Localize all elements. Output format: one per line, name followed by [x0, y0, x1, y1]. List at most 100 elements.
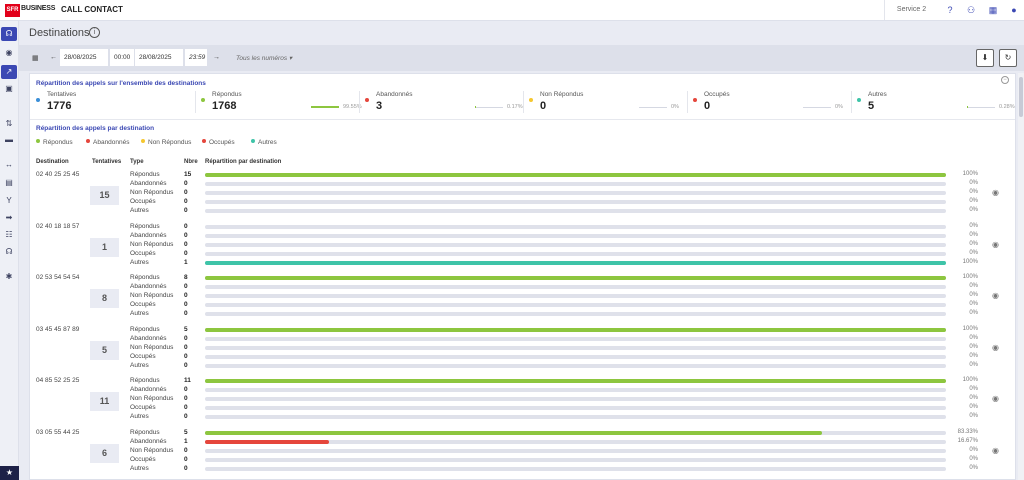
stat-percent: 0% [671, 104, 679, 110]
nav-route-icon[interactable]: Y [1, 194, 17, 208]
type-label: Répondus [130, 222, 160, 230]
type-label: Abandonnés [130, 386, 167, 394]
stat-mini-bar [475, 107, 503, 108]
type-count: 0 [184, 301, 188, 309]
type-row: Autres 0 0% [130, 413, 990, 422]
nav-headset-icon[interactable]: ☊ [1, 27, 17, 41]
type-label: Autres [130, 310, 149, 318]
type-row: Autres 1 100% [130, 259, 990, 268]
type-count: 0 [184, 240, 188, 248]
favorites-star-icon[interactable]: ★ [0, 466, 19, 480]
type-percent: 0% [969, 231, 978, 238]
time-to-input[interactable]: 23:59 [185, 49, 207, 66]
stat-separator [687, 91, 688, 113]
left-nav: ☊ ◉ ↗ ▣ ⇅ ▬ ↔ ▤ Y ➡ ☷ ☊ ✱ ★ [0, 21, 19, 480]
distribution-bar [205, 449, 946, 453]
type-count: 1 [184, 258, 188, 266]
nav-settings-icon[interactable]: ✱ [1, 270, 17, 284]
distribution-bar [205, 294, 946, 299]
time-from-input[interactable]: 00:00 [110, 49, 134, 66]
stat-occups: Occupés 0 0% [693, 90, 853, 118]
type-row: Non Répondus 0 0% [130, 292, 990, 301]
scrollbar-thumb[interactable] [1019, 77, 1023, 117]
date-to-input[interactable]: 28/08/2025 [135, 49, 183, 66]
nav-chart-icon[interactable]: ↗ [1, 65, 17, 79]
account-icon[interactable]: ● [1008, 4, 1020, 16]
help-icon[interactable]: ? [944, 4, 956, 16]
stat-separator [851, 91, 852, 113]
type-count: 1 [184, 438, 188, 445]
destination-number: 02 40 18 18 57 [36, 222, 80, 230]
stat-mini-bar [639, 107, 667, 108]
eye-icon[interactable]: ◉ [992, 394, 999, 403]
distribution-fill [205, 379, 946, 384]
type-row: Abandonnés 0 0% [130, 335, 990, 344]
apps-grid-icon[interactable]: ▦ [987, 4, 999, 16]
download-button[interactable]: ⬇ [976, 49, 994, 67]
distribution-bar [205, 458, 946, 462]
type-label: Abandonnés [130, 438, 167, 445]
distribution-bar [205, 354, 946, 359]
stat-percent: 0.28% [999, 104, 1015, 110]
type-percent: 100% [962, 274, 978, 281]
info-icon[interactable]: i [89, 27, 100, 38]
stat-value: 0 [540, 100, 547, 112]
calendar-icon[interactable]: ▦ [32, 54, 39, 62]
nav-forward-icon[interactable]: ➡ [1, 211, 17, 225]
stat-mini-fill [475, 106, 476, 108]
stat-percent: 0.17% [507, 104, 523, 110]
eye-icon[interactable]: ◉ [992, 446, 999, 455]
collapse-icon[interactable]: − [1001, 76, 1009, 84]
nav-transfer-icon[interactable]: ⇅ [1, 117, 17, 131]
destination-group: 03 45 45 87 89 5 ◉ Répondus 5 100% Abandonnés 0… [30, 326, 1015, 378]
type-percent: 100% [962, 258, 978, 265]
app-title: CALL CONTACT [61, 5, 123, 14]
eye-icon[interactable]: ◉ [992, 188, 999, 197]
nav-list-icon[interactable]: ☷ [1, 228, 17, 242]
stat-separator [195, 91, 196, 113]
type-count: 0 [184, 334, 188, 342]
nav-calendar-icon[interactable]: ▤ [1, 176, 17, 190]
legend-label: Occupés [209, 139, 235, 146]
eye-icon[interactable]: ◉ [992, 343, 999, 352]
service-selector[interactable]: Service 2 [884, 0, 938, 20]
type-percent: 0% [969, 386, 978, 393]
nav-support-icon[interactable]: ☊ [1, 245, 17, 259]
nav-save-icon[interactable]: ▣ [1, 82, 17, 96]
distribution-bar [205, 173, 946, 177]
stat-percent: 0% [835, 104, 843, 110]
distribution-fill [205, 173, 946, 177]
type-percent: 0% [969, 249, 978, 256]
legend-item: Occupés [202, 139, 235, 146]
prev-arrow-icon[interactable]: ← [50, 54, 57, 61]
type-label: Non Répondus [130, 240, 174, 248]
status-dot [36, 98, 40, 102]
nav-eye-icon[interactable]: ◉ [1, 46, 17, 60]
distribution-bar [205, 363, 946, 368]
legend-item: Non Répondus [141, 139, 191, 146]
page-scrollbar[interactable] [1018, 73, 1024, 480]
date-from-input[interactable]: 28/08/2025 [60, 49, 108, 66]
numbers-select[interactable]: Tous les numéros ▾ [236, 54, 292, 62]
stat-value: 0 [704, 100, 711, 112]
users-icon[interactable]: ⚇ [965, 4, 977, 16]
distribution-bar [205, 467, 946, 471]
status-dot [529, 98, 533, 102]
type-row: Répondus 15 100% [130, 171, 990, 180]
eye-icon[interactable]: ◉ [992, 291, 999, 300]
eye-icon[interactable]: ◉ [992, 240, 999, 249]
legend-dot [36, 139, 40, 143]
stat-value: 1776 [47, 100, 72, 112]
page-title: Destinations [29, 27, 90, 39]
refresh-button[interactable]: ↻ [999, 49, 1017, 67]
destination-number: 03 05 55 44 25 [36, 429, 80, 436]
nav-card-icon[interactable]: ▬ [1, 133, 17, 147]
type-count: 0 [184, 465, 188, 472]
stat-label: Autres [868, 91, 887, 98]
status-dot [693, 98, 697, 102]
type-percent: 83.33% [957, 429, 978, 435]
type-count: 0 [184, 283, 188, 291]
next-arrow-icon[interactable]: → [213, 54, 220, 61]
nav-code-icon[interactable]: ↔ [1, 158, 17, 172]
legend-label: Autres [258, 139, 277, 146]
